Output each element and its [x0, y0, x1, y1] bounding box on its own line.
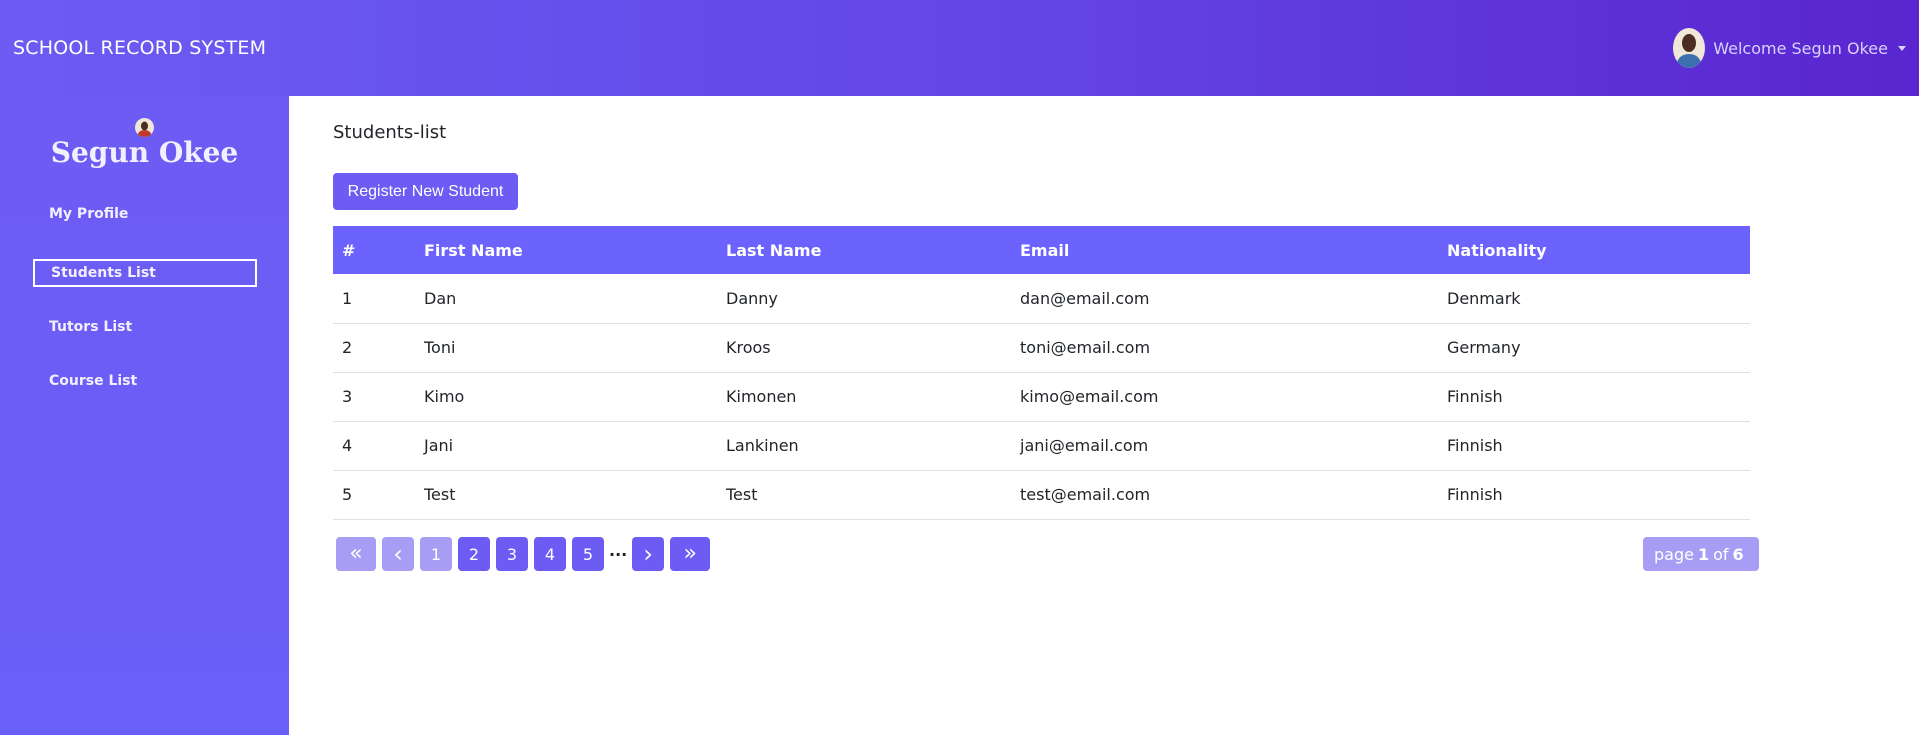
page-title: Students-list — [333, 122, 447, 143]
cell-first-name: Test — [415, 470, 717, 520]
cell-email: test@email.com — [1011, 470, 1438, 520]
column-header-first-name: First Name — [424, 240, 523, 260]
column-header-number: # — [342, 240, 356, 260]
sidebar: Segun Okee My Profile Students List Tuto… — [0, 96, 289, 735]
cell-number: 1 — [333, 274, 415, 324]
double-chevron-left-icon: « — [349, 541, 363, 566]
double-chevron-right-icon: » — [683, 541, 697, 566]
cell-nationality: Denmark — [1438, 274, 1750, 324]
sidebar-item-students-list[interactable]: Students List — [33, 259, 257, 287]
students-table: # First Name Last Name Email Nationality… — [333, 226, 1750, 520]
cell-number: 5 — [333, 470, 415, 520]
cell-nationality: Finnish — [1438, 470, 1750, 520]
sidebar-item-course-list[interactable]: Course List — [49, 373, 137, 389]
column-header-nationality: Nationality — [1447, 240, 1547, 260]
cell-first-name: Toni — [415, 323, 717, 373]
sidebar-avatar-icon — [137, 121, 152, 137]
sidebar-user-name: Segun Okee — [50, 136, 239, 169]
chevron-right-icon: › — [643, 540, 654, 568]
page-button-1[interactable]: 1 — [420, 537, 452, 571]
table-row[interactable]: 1 Dan Danny dan@email.com Denmark — [333, 274, 1750, 324]
page-info-total: 6 — [1732, 544, 1744, 564]
cell-nationality: Finnish — [1438, 372, 1750, 422]
top-navbar: SCHOOL RECORD SYSTEM Welcome Segun Okee — [0, 0, 1919, 96]
cell-last-name: Test — [717, 470, 1011, 520]
column-header-email: Email — [1020, 240, 1070, 260]
table-row[interactable]: 2 Toni Kroos toni@email.com Germany — [333, 323, 1750, 373]
page-button-2[interactable]: 2 — [458, 537, 490, 571]
sidebar-item-my-profile[interactable]: My Profile — [49, 206, 128, 222]
pagination: « ‹ 1 2 3 4 5 ··· › » — [336, 537, 711, 571]
first-page-button[interactable]: « — [336, 537, 376, 571]
cell-nationality: Finnish — [1438, 421, 1750, 471]
cell-nationality: Germany — [1438, 323, 1750, 373]
page-info-current: 1 — [1697, 544, 1710, 564]
chevron-left-icon: ‹ — [393, 540, 403, 568]
cell-last-name: Kroos — [717, 323, 1011, 373]
table-header: # First Name Last Name Email Nationality — [333, 226, 1750, 274]
table-row[interactable]: 4 Jani Lankinen jani@email.com Finnish — [333, 421, 1750, 471]
cell-email: kimo@email.com — [1011, 372, 1438, 422]
page-button-5[interactable]: 5 — [572, 537, 604, 571]
page-info-prefix: page — [1654, 544, 1694, 564]
chevron-down-icon — [1898, 45, 1906, 51]
cell-first-name: Dan — [415, 274, 717, 324]
previous-page-button[interactable]: ‹ — [382, 537, 414, 571]
last-page-button[interactable]: » — [670, 537, 711, 571]
cell-email: dan@email.com — [1011, 274, 1438, 324]
cell-email: toni@email.com — [1011, 323, 1438, 373]
page-button-3[interactable]: 3 — [496, 537, 528, 571]
next-page-button[interactable]: › — [632, 537, 665, 571]
table-row[interactable]: 3 Kimo Kimonen kimo@email.com Finnish — [333, 372, 1750, 422]
page-indicator: page 1 of 6 — [1643, 537, 1759, 571]
cell-number: 4 — [333, 421, 415, 471]
cell-number: 2 — [333, 323, 415, 373]
user-avatar — [1673, 28, 1706, 68]
user-avatar-icon — [1676, 34, 1703, 68]
sidebar-item-tutors-list[interactable]: Tutors List — [49, 319, 132, 335]
cell-last-name: Lankinen — [717, 421, 1011, 471]
sidebar-avatar — [135, 118, 154, 137]
page-button-4[interactable]: 4 — [534, 537, 566, 571]
table-row[interactable]: 5 Test Test test@email.com Finnish — [333, 470, 1750, 520]
cell-last-name: Danny — [717, 274, 1011, 324]
cell-first-name: Kimo — [415, 372, 717, 422]
pagination-ellipsis: ··· — [609, 544, 628, 564]
user-menu-dropdown[interactable]: Welcome Segun Okee — [1673, 28, 1906, 68]
table-body: 1 Dan Danny dan@email.com Denmark 2 Toni… — [333, 274, 1750, 520]
cell-number: 3 — [333, 372, 415, 422]
app-brand[interactable]: SCHOOL RECORD SYSTEM — [13, 37, 266, 59]
page-info-separator: of — [1713, 544, 1729, 564]
cell-last-name: Kimonen — [717, 372, 1011, 422]
register-new-student-button[interactable]: Register New Student — [333, 173, 518, 210]
cell-first-name: Jani — [415, 421, 717, 471]
welcome-text[interactable]: Welcome Segun Okee — [1713, 39, 1888, 58]
cell-email: jani@email.com — [1011, 421, 1438, 471]
column-header-last-name: Last Name — [726, 240, 822, 260]
